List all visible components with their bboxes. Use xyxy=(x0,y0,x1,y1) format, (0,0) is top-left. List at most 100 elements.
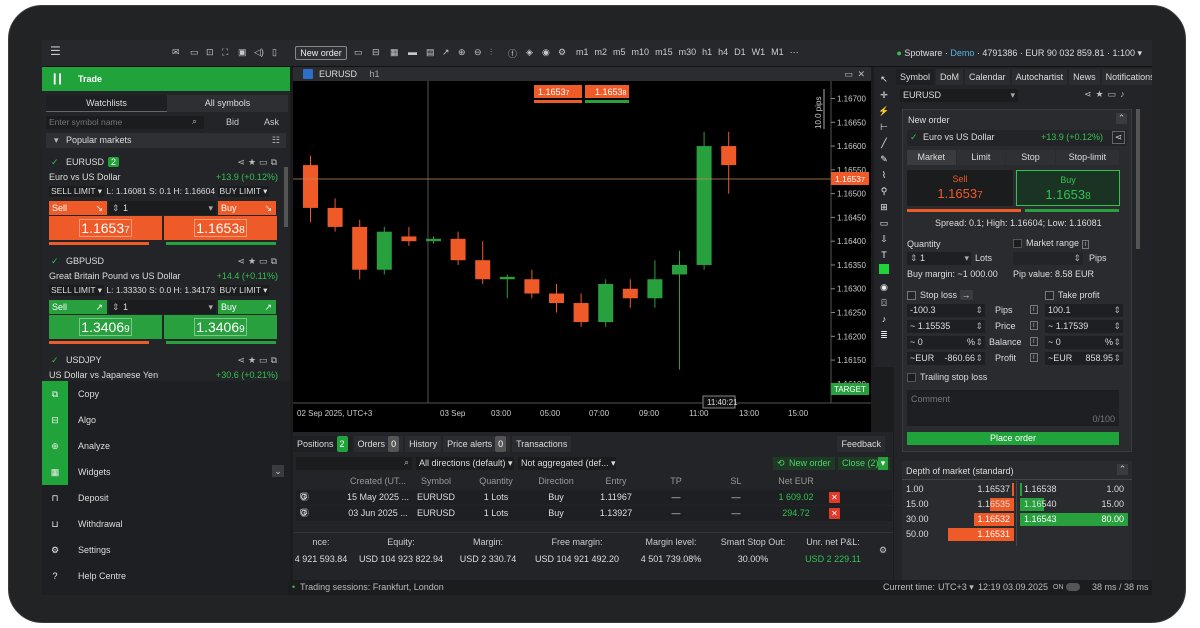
order-type-market[interactable]: Market xyxy=(907,150,956,165)
pin-icon[interactable]: ⚲ xyxy=(878,183,890,199)
text-icon[interactable]: T xyxy=(878,247,890,263)
collapse-icon[interactable]: ⌃ xyxy=(1116,113,1127,124)
nav-item-settings[interactable]: ⚙ Settings xyxy=(42,537,290,563)
popular-markets-header[interactable]: ▾ Popular markets ☷ xyxy=(46,133,286,148)
tab-autochartist[interactable]: Autochartist xyxy=(1011,69,1068,85)
order-sell-button[interactable]: Sell 1.16537 xyxy=(907,170,1013,206)
sl-balance-input[interactable]: ~ 0% ⇕ xyxy=(907,336,985,349)
tf-m15[interactable]: m15 xyxy=(655,47,673,58)
market-range-checkbox[interactable]: Market range i xyxy=(1013,238,1090,249)
info-icon[interactable]: i xyxy=(1030,321,1038,330)
positions-search-input[interactable]: ⌕ xyxy=(296,457,412,470)
nav-item-algo[interactable]: ⊟ Algo xyxy=(42,407,290,433)
more-icon[interactable]: ⋯ xyxy=(790,47,799,58)
stop-loss-checkbox[interactable]: Stop loss → xyxy=(907,290,973,301)
trailing-stop-checkbox[interactable]: Trailing stop loss xyxy=(907,372,987,383)
arrow-icon[interactable]: ⇩ xyxy=(878,231,890,247)
table-row[interactable]: ⓘ ⛉ ⚙ 15 May 2025 ... EURUSD 1 Lots Buy … xyxy=(296,490,892,505)
trendline-icon[interactable]: ╱ xyxy=(878,135,890,151)
feedback-button[interactable]: Feedback xyxy=(837,436,885,452)
gear-icon[interactable]: ⚙ xyxy=(300,490,308,505)
share-icon[interactable]: ⋖ xyxy=(237,157,248,167)
zoom-in-icon[interactable]: ⊕ xyxy=(458,47,466,58)
chart-icon[interactable]: ▭ xyxy=(259,256,271,266)
info-icon[interactable]: i xyxy=(1081,240,1090,249)
gear-icon[interactable]: ⚙ xyxy=(879,545,887,556)
layout-icon[interactable]: ▭ xyxy=(190,47,199,58)
buy-limit-dropdown[interactable]: BUY LIMIT ▾ xyxy=(217,285,270,296)
bell-icon[interactable]: ♪ xyxy=(1120,89,1129,99)
dom-sell-row[interactable]: 15.00 1.16535 xyxy=(906,498,1014,511)
take-profit-checkbox[interactable]: Take profit xyxy=(1045,290,1100,301)
tf-m30[interactable]: m30 xyxy=(679,47,697,58)
crosshair-icon[interactable]: ✛ xyxy=(878,87,890,103)
tab-transactions[interactable]: Transactions xyxy=(512,436,572,452)
symbol-name[interactable]: GBPUSD xyxy=(66,256,104,266)
symbol-name[interactable]: EURUSD 2 xyxy=(66,157,120,167)
info-icon[interactable]: i xyxy=(1030,337,1038,346)
chart-mode-icon[interactable]: ⊟ xyxy=(372,47,380,58)
aggregation-dropdown[interactable]: Not aggregated (def... ▾ xyxy=(518,457,616,470)
chart-icon[interactable]: ▭ xyxy=(1108,89,1121,99)
col-tp[interactable]: TP xyxy=(651,474,701,489)
dom-sell-row[interactable]: 30.00 1.16532 xyxy=(906,513,1014,526)
sound-icon[interactable]: ◁) xyxy=(254,47,264,58)
tab-calendar[interactable]: Calendar xyxy=(965,69,1010,85)
info-icon[interactable]: i xyxy=(1030,305,1038,314)
close-icon[interactable]: ✕ xyxy=(857,67,865,81)
dom-sell-row[interactable]: 50.00 1.16531 xyxy=(906,528,1014,541)
tf-m1[interactable]: m1 xyxy=(576,47,589,58)
grid-2-icon[interactable]: ▬ xyxy=(408,47,417,57)
list-icon[interactable]: ☷ xyxy=(272,133,280,148)
tf-m2[interactable]: m2 xyxy=(595,47,608,58)
symbol-name[interactable]: USDJPY xyxy=(66,355,102,365)
toggle-switch[interactable] xyxy=(1066,583,1080,591)
order-type-stop-limit[interactable]: Stop-limit xyxy=(1055,150,1120,165)
chart-timeframe[interactable]: h1 xyxy=(370,69,380,79)
copy-icon[interactable]: ⧉ xyxy=(271,355,280,365)
tab-positions[interactable]: Positions 2 xyxy=(293,436,352,452)
cursor-icon[interactable]: ↖ xyxy=(878,71,890,87)
tp-balance-input[interactable]: ~ 0% ⇕ xyxy=(1045,336,1123,349)
collapse-icon[interactable]: ⌄ xyxy=(272,465,284,477)
col-sl[interactable]: SL xyxy=(711,474,761,489)
record-icon[interactable]: ◉ xyxy=(878,279,890,295)
new-order-button[interactable]: New order xyxy=(295,46,347,60)
candles-icon[interactable]: ⫶ xyxy=(490,47,492,58)
watchlist-scrollbar[interactable] xyxy=(284,167,288,227)
tab-all-symbols[interactable]: All symbols xyxy=(167,95,288,112)
dom-sell-row[interactable]: 1.00 1.16537 xyxy=(906,483,1014,496)
tab-orders[interactable]: Orders 0 xyxy=(353,436,404,452)
tab-watchlists[interactable]: Watchlists xyxy=(46,95,167,112)
account-selector[interactable]: ● Spotware · Demo · 4791386 · EUR 90 032… xyxy=(896,48,1142,59)
star-icon[interactable]: ★ xyxy=(248,256,259,266)
tp-pips-input[interactable]: 100.1 ⇕ xyxy=(1045,304,1123,317)
tab-symbol[interactable]: Symbol xyxy=(896,69,935,85)
order-buy-button[interactable]: Buy 1.16538 xyxy=(1016,170,1120,206)
quantity-stepper[interactable]: ⇕ 1 ▾ xyxy=(109,300,216,314)
search-icon[interactable]: ⌕ xyxy=(192,116,197,127)
copy-icon[interactable]: ⧉ xyxy=(271,256,280,266)
share-icon[interactable]: ⋖ xyxy=(1112,131,1125,144)
chart-icon[interactable]: ▭ xyxy=(259,157,271,167)
star-icon[interactable]: ★ xyxy=(248,355,259,365)
nav-item-analyze[interactable]: ⊕ Analyze xyxy=(42,433,290,459)
nav-item-help[interactable]: ? Help Centre xyxy=(42,563,290,589)
dom-buy-row[interactable]: 1.16543 80.00 xyxy=(1020,513,1128,526)
list-icon[interactable]: ≣ xyxy=(878,327,890,343)
sell-price-button[interactable]: 1.34069 xyxy=(49,315,162,339)
timeframe-icon[interactable]: ⚙ xyxy=(558,47,566,58)
symbol-selector[interactable]: EURUSD ▾ xyxy=(900,89,1018,102)
buy-price-button[interactable]: 1.16538 xyxy=(164,216,277,240)
tf-m10[interactable]: m10 xyxy=(632,47,650,58)
camera-icon[interactable]: ⌼ xyxy=(878,295,890,311)
place-order-button[interactable]: Place order xyxy=(907,432,1119,445)
symbol-search-input[interactable] xyxy=(46,116,204,129)
tp-profit-input[interactable]: ~EUR 858.95 ⇕ xyxy=(1045,352,1123,365)
tf-w1[interactable]: W1 xyxy=(752,47,766,58)
col-created[interactable]: Created (UT... xyxy=(340,474,416,489)
dom-buy-row[interactable]: 1.16538 1.00 xyxy=(1020,483,1128,496)
sl-profit-input[interactable]: ~EUR -860.66 ⇕ xyxy=(907,352,985,365)
market-range-input[interactable]: ⇕ xyxy=(1013,252,1083,265)
order-type-stop[interactable]: Stop xyxy=(1006,150,1055,165)
